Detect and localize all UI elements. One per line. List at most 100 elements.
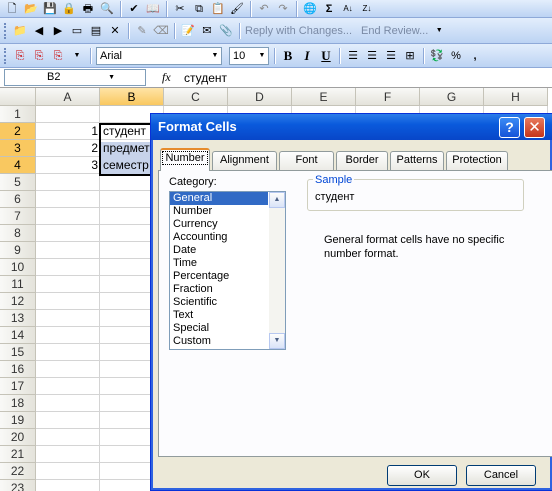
row-header[interactable]: 15 <box>0 344 36 361</box>
undo-icon[interactable]: ↶ <box>256 1 272 17</box>
row-header[interactable]: 12 <box>0 293 36 310</box>
permission-icon[interactable]: 🔒 <box>61 1 77 17</box>
row-header[interactable]: 8 <box>0 225 36 242</box>
open-icon[interactable]: 📂 <box>23 1 39 17</box>
research-icon[interactable]: 📖 <box>145 1 161 17</box>
spelling-icon[interactable]: ✔ <box>126 1 142 17</box>
insert-function-icon[interactable]: fx <box>162 70 171 85</box>
align-left-icon[interactable]: ☰ <box>345 48 361 64</box>
row-header[interactable]: 3 <box>0 140 36 157</box>
show-comment-icon[interactable]: ▭ <box>69 23 85 39</box>
delete-comment-icon[interactable]: ✕ <box>107 23 123 39</box>
next-comment-icon[interactable]: ▶ <box>50 23 66 39</box>
end-review-button[interactable]: End Review... <box>361 25 428 37</box>
category-list[interactable]: General Number Currency Accounting Date … <box>169 191 286 350</box>
row-header[interactable]: 17 <box>0 378 36 395</box>
tab-protection[interactable]: Protection <box>446 151 508 170</box>
autosum-icon[interactable]: Σ <box>321 1 337 17</box>
previous-comment-icon[interactable]: ◀ <box>31 23 47 39</box>
column-header-h[interactable]: H <box>484 88 548 106</box>
row-header[interactable]: 9 <box>0 242 36 259</box>
mail-recipient-icon[interactable]: ✉ <box>199 23 215 39</box>
column-header-f[interactable]: F <box>356 88 420 106</box>
category-item[interactable]: Scientific <box>170 296 268 309</box>
category-item[interactable]: Text <box>170 309 268 322</box>
dialog-titlebar[interactable]: Format Cells ? ✕ <box>151 114 552 140</box>
row-header[interactable]: 13 <box>0 310 36 327</box>
scroll-down-icon[interactable]: ▼ <box>269 333 285 349</box>
category-item[interactable]: Accounting <box>170 231 268 244</box>
column-header-d[interactable]: D <box>228 88 292 106</box>
category-item[interactable]: Currency <box>170 218 268 231</box>
ink-erase-icon[interactable]: ⌫ <box>153 23 169 39</box>
row-header[interactable]: 5 <box>0 174 36 191</box>
underline-button[interactable]: U <box>318 48 334 64</box>
row-header[interactable]: 4 <box>0 157 36 174</box>
scroll-up-icon[interactable]: ▲ <box>269 192 285 208</box>
merge-center-icon[interactable]: ⊞ <box>402 48 418 64</box>
row-header[interactable]: 22 <box>0 463 36 480</box>
pdf-email-icon[interactable]: ⎘ <box>31 48 47 64</box>
cancel-button[interactable]: Cancel <box>466 465 536 486</box>
row-header[interactable]: 2 <box>0 123 36 140</box>
paste-icon[interactable]: 📋 <box>210 1 226 17</box>
formula-input[interactable]: студент <box>184 71 227 85</box>
category-item[interactable]: Special <box>170 322 268 335</box>
pdf-review-icon[interactable]: ⎘ <box>50 48 66 64</box>
sort-ascending-icon[interactable]: A↓ <box>340 1 356 17</box>
bold-button[interactable]: B <box>280 48 296 64</box>
pdf-icon[interactable]: ⎘ <box>12 48 28 64</box>
column-header-a[interactable]: A <box>36 88 100 106</box>
copy-icon[interactable]: ⧉ <box>191 1 207 17</box>
redo-icon[interactable]: ↷ <box>275 1 291 17</box>
category-item[interactable]: Percentage <box>170 270 268 283</box>
print-preview-icon[interactable]: 🔍 <box>99 1 115 17</box>
row-header[interactable]: 16 <box>0 361 36 378</box>
column-header-c[interactable]: C <box>164 88 228 106</box>
print-icon[interactable]: 🖶 <box>80 1 96 17</box>
font-name-combo[interactable]: Arial ▼ <box>96 46 222 65</box>
row-header[interactable]: 20 <box>0 429 36 446</box>
italic-button[interactable]: I <box>299 48 315 64</box>
category-item[interactable]: Custom <box>170 335 268 348</box>
reply-with-changes-button[interactable]: Reply with Changes... <box>245 25 352 37</box>
category-item[interactable]: Fraction <box>170 283 268 296</box>
chevron-down-icon[interactable]: ▼ <box>209 48 221 64</box>
cell-a4[interactable]: 3 <box>36 157 100 174</box>
comma-button[interactable]: , <box>467 48 483 64</box>
tab-border[interactable]: Border <box>336 151 388 170</box>
track-changes-icon[interactable]: 📝 <box>180 23 196 39</box>
new-icon[interactable]: 🗋 <box>4 1 20 17</box>
category-item[interactable]: Date <box>170 244 268 257</box>
row-header[interactable]: 19 <box>0 412 36 429</box>
row-header[interactable]: 18 <box>0 395 36 412</box>
toolbar-options-icon[interactable]: ▼ <box>431 23 447 39</box>
ok-button[interactable]: OK <box>387 465 457 486</box>
help-button[interactable]: ? <box>499 117 520 138</box>
show-all-comments-icon[interactable]: ▤ <box>88 23 104 39</box>
row-header[interactable]: 1 <box>0 106 36 123</box>
tab-alignment[interactable]: Alignment <box>212 151 277 170</box>
folder-icon[interactable]: 📁 <box>12 23 28 39</box>
row-header[interactable]: 23 <box>0 480 36 491</box>
category-item[interactable]: Number <box>170 205 268 218</box>
attachment-icon[interactable]: 📎 <box>218 23 234 39</box>
row-header[interactable]: 6 <box>0 191 36 208</box>
sort-descending-icon[interactable]: Z↓ <box>359 1 375 17</box>
name-box[interactable]: B2 ▼ <box>4 69 146 86</box>
column-header-e[interactable]: E <box>292 88 356 106</box>
chevron-down-icon[interactable]: ▼ <box>256 48 268 64</box>
column-header-g[interactable]: G <box>420 88 484 106</box>
close-button[interactable]: ✕ <box>524 117 545 138</box>
category-scrollbar[interactable]: ▲ ▼ <box>269 192 285 349</box>
row-header[interactable]: 21 <box>0 446 36 463</box>
cell-a3[interactable]: 2 <box>36 140 100 157</box>
align-right-icon[interactable]: ☰ <box>383 48 399 64</box>
chevron-down-icon[interactable]: ▼ <box>108 70 115 85</box>
row-header[interactable]: 7 <box>0 208 36 225</box>
font-size-combo[interactable]: 10 ▼ <box>229 46 269 65</box>
category-item[interactable]: Time <box>170 257 268 270</box>
row-header[interactable]: 10 <box>0 259 36 276</box>
save-icon[interactable]: 💾 <box>42 1 58 17</box>
cell-a2[interactable]: 1 <box>36 123 100 140</box>
